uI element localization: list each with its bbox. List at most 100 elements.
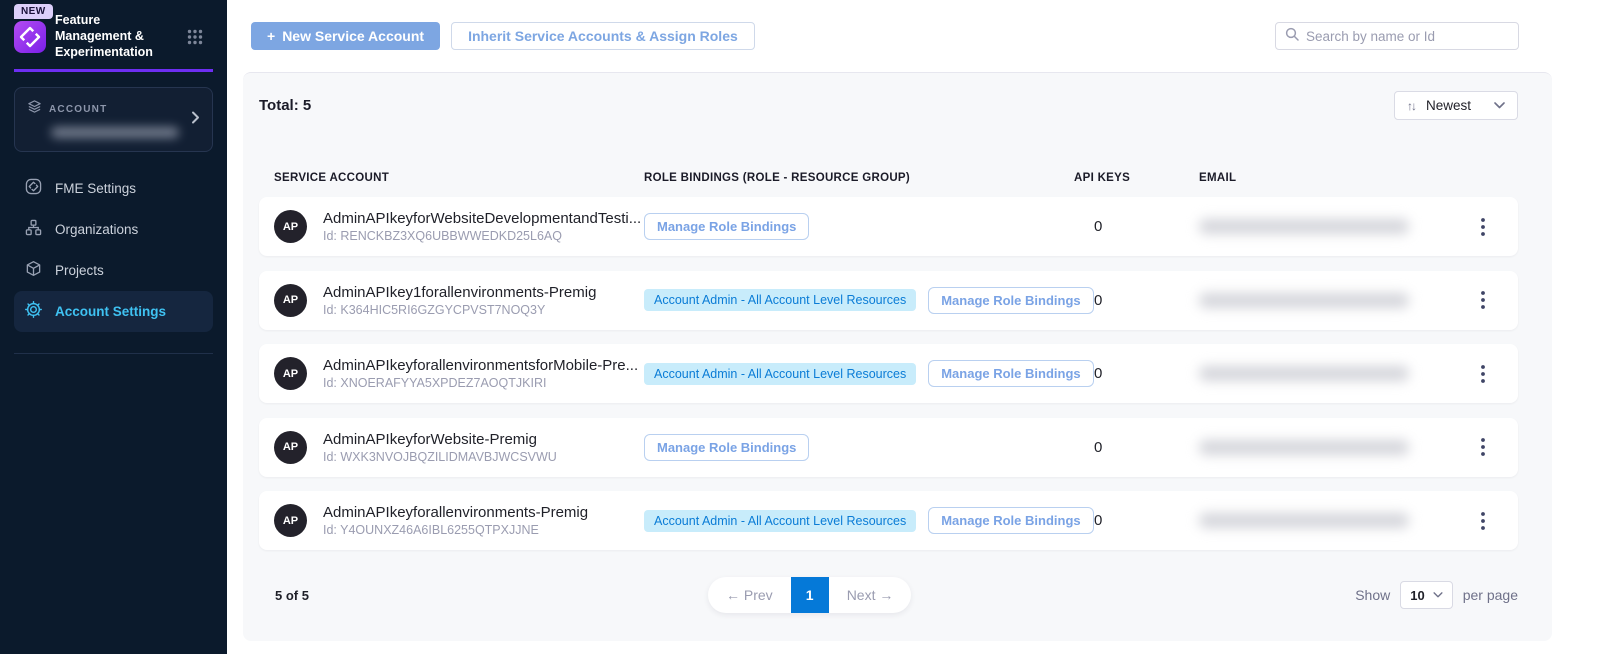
inherit-service-accounts-button[interactable]: Inherit Service Accounts & Assign Roles bbox=[451, 22, 755, 50]
sidebar-item-label: Account Settings bbox=[55, 304, 166, 319]
pager: ← Prev 1 Next → bbox=[708, 577, 911, 613]
table-row: AP AdminAPIkey1forallenvironments-Premig… bbox=[259, 271, 1518, 330]
page-size-select[interactable]: 10 bbox=[1400, 581, 1452, 609]
column-header-service-account: SERVICE ACCOUNT bbox=[274, 172, 644, 184]
api-keys-count: 0 bbox=[1074, 365, 1199, 382]
service-account-name: AdminAPIkey1forallenvironments-Premig bbox=[323, 284, 596, 301]
avatar: AP bbox=[274, 284, 307, 317]
toolbar: + New Service Account Inherit Service Ac… bbox=[227, 0, 1600, 72]
service-account-id: Id: XNOERAFYYA5XPDEZ7AOQTJKIRI bbox=[323, 376, 638, 390]
chevron-down-icon bbox=[1433, 592, 1443, 598]
sort-dropdown[interactable]: ↑↓ Newest bbox=[1394, 91, 1518, 120]
show-label: Show bbox=[1355, 587, 1390, 603]
new-service-account-label: New Service Account bbox=[282, 28, 424, 44]
kebab-menu-button[interactable] bbox=[1463, 432, 1503, 462]
service-account-id: Id: RENCKBZ3XQ6UBBWWEDKD25L6AQ bbox=[323, 229, 641, 243]
kebab-menu-button[interactable] bbox=[1463, 285, 1503, 315]
account-name-redacted bbox=[51, 127, 179, 138]
brand-accent-divider bbox=[14, 69, 213, 72]
prev-page-button[interactable]: ← Prev bbox=[708, 577, 791, 613]
layers-icon bbox=[27, 99, 42, 119]
total-count: Total: 5 bbox=[259, 97, 311, 114]
new-badge: NEW bbox=[14, 4, 53, 19]
fme-settings-icon bbox=[25, 178, 42, 200]
sidebar-item-label: FME Settings bbox=[55, 181, 136, 196]
api-keys-count: 0 bbox=[1074, 218, 1199, 235]
plus-icon: + bbox=[267, 28, 275, 44]
table-row: AP AdminAPIkeyforallenvironmentsforMobil… bbox=[259, 344, 1518, 403]
gear-icon bbox=[25, 301, 42, 323]
sort-arrows-icon: ↑↓ bbox=[1407, 99, 1415, 113]
email-redacted bbox=[1199, 219, 1409, 234]
service-account-name: AdminAPIkeyforWebsite-Premig bbox=[323, 431, 557, 448]
search-icon bbox=[1285, 27, 1299, 46]
page-count: 5 of 5 bbox=[275, 588, 309, 603]
fme-logo-icon bbox=[14, 21, 46, 53]
manage-role-bindings-button[interactable]: Manage Role Bindings bbox=[928, 360, 1093, 387]
table-header-row: SERVICE ACCOUNT ROLE BINDINGS (ROLE - RE… bbox=[259, 172, 1518, 184]
chevron-down-icon bbox=[1494, 102, 1505, 109]
api-keys-count: 0 bbox=[1074, 292, 1199, 309]
search-box bbox=[1275, 22, 1519, 50]
manage-role-bindings-button[interactable]: Manage Role Bindings bbox=[928, 287, 1093, 314]
kebab-menu-button[interactable] bbox=[1463, 506, 1503, 536]
column-header-api-keys: API KEYS bbox=[1074, 172, 1199, 184]
sidebar-item-account-settings[interactable]: Account Settings bbox=[14, 291, 213, 332]
search-input[interactable] bbox=[1306, 29, 1509, 44]
per-page-label: per page bbox=[1463, 587, 1518, 603]
next-page-button[interactable]: Next → bbox=[829, 577, 912, 613]
content-panel: Total: 5 ↑↓ Newest SERVICE ACCOUNT ROLE … bbox=[243, 72, 1552, 641]
account-selector[interactable]: ACCOUNT bbox=[14, 87, 213, 152]
main-area: + New Service Account Inherit Service Ac… bbox=[227, 0, 1600, 654]
api-keys-count: 0 bbox=[1074, 512, 1199, 529]
page-size-value: 10 bbox=[1410, 588, 1424, 603]
sidebar-menu: FME Settings Organizations Projects bbox=[0, 168, 227, 332]
service-account-name: AdminAPIkeyforallenvironmentsforMobile-P… bbox=[323, 357, 638, 374]
service-account-name: AdminAPIkeyforWebsiteDevelopmentandTesti… bbox=[323, 210, 641, 227]
role-binding-badge: Account Admin - All Account Level Resour… bbox=[644, 289, 916, 311]
table-row: AP AdminAPIkeyforWebsiteDevelopmentandTe… bbox=[259, 197, 1518, 256]
product-title: Feature Management & Experimentation bbox=[55, 12, 177, 60]
email-redacted bbox=[1199, 513, 1409, 528]
email-redacted bbox=[1199, 366, 1409, 381]
service-account-name: AdminAPIkeyforallenvironments-Premig bbox=[323, 504, 588, 521]
avatar: AP bbox=[274, 504, 307, 537]
sidebar-item-projects[interactable]: Projects bbox=[14, 250, 213, 291]
sidebar: NEW Feature Management & Experimentation bbox=[0, 0, 227, 654]
service-account-id: Id: K364HIC5RI6GZGYCPVST7NOQ3Y bbox=[323, 303, 596, 317]
kebab-menu-button[interactable] bbox=[1463, 359, 1503, 389]
avatar: AP bbox=[274, 210, 307, 243]
manage-role-bindings-button[interactable]: Manage Role Bindings bbox=[928, 507, 1093, 534]
kebab-menu-button[interactable] bbox=[1463, 212, 1503, 242]
app-grid-icon[interactable] bbox=[187, 29, 203, 50]
avatar: AP bbox=[274, 357, 307, 390]
table-row: AP AdminAPIkeyforWebsite-Premig Id: WXK3… bbox=[259, 418, 1518, 477]
manage-role-bindings-button[interactable]: Manage Role Bindings bbox=[644, 213, 809, 240]
service-account-id: Id: WXK3NVOJBQZILIDMAVBJWCSVWU bbox=[323, 450, 557, 464]
table-row: AP AdminAPIkeyforallenvironments-Premig … bbox=[259, 491, 1518, 550]
account-label: ACCOUNT bbox=[49, 104, 107, 115]
column-header-role-bindings: ROLE BINDINGS (ROLE - RESOURCE GROUP) bbox=[644, 172, 1074, 184]
manage-role-bindings-button[interactable]: Manage Role Bindings bbox=[644, 434, 809, 461]
role-binding-badge: Account Admin - All Account Level Resour… bbox=[644, 363, 916, 385]
brand-header: NEW Feature Management & Experimentation bbox=[0, 0, 227, 60]
email-redacted bbox=[1199, 293, 1409, 308]
sort-selected-value: Newest bbox=[1426, 98, 1471, 113]
new-service-account-button[interactable]: + New Service Account bbox=[251, 22, 440, 50]
sidebar-item-organizations[interactable]: Organizations bbox=[14, 209, 213, 250]
email-redacted bbox=[1199, 440, 1409, 455]
api-keys-count: 0 bbox=[1074, 439, 1199, 456]
sidebar-divider bbox=[14, 353, 213, 354]
chevron-right-icon bbox=[191, 110, 200, 129]
role-binding-badge: Account Admin - All Account Level Resour… bbox=[644, 510, 916, 532]
sidebar-item-fme-settings[interactable]: FME Settings bbox=[14, 168, 213, 209]
projects-icon bbox=[25, 260, 42, 282]
column-header-email: EMAIL bbox=[1199, 172, 1463, 184]
sidebar-item-label: Organizations bbox=[55, 222, 138, 237]
organizations-icon bbox=[25, 219, 42, 241]
avatar: AP bbox=[274, 431, 307, 464]
pagination-bar: 5 of 5 ← Prev 1 Next → Show 10 per page bbox=[275, 577, 1518, 613]
table-rows: AP AdminAPIkeyforWebsiteDevelopmentandTe… bbox=[259, 197, 1518, 550]
page-number-button[interactable]: 1 bbox=[791, 577, 829, 613]
service-account-id: Id: Y4OUNXZ46A6IBL6255QTPXJJNE bbox=[323, 523, 588, 537]
